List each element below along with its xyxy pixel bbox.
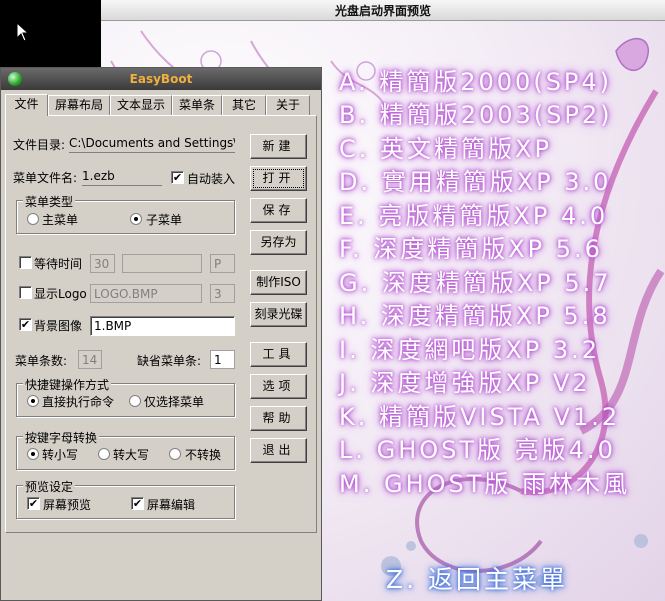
easyboot-dialog: EasyBoot 文件 屏幕布局 文本显示 菜单条 其它 关于 文件目录: C:… — [0, 67, 322, 601]
file-dir-underline — [69, 152, 235, 153]
to-uppercase-radio[interactable] — [98, 448, 110, 460]
boot-menu-item[interactable]: M. GHOST版 雨林木風 — [339, 464, 630, 499]
save-button[interactable]: 保存 — [250, 198, 307, 223]
exec-command-label: 直接执行命令 — [42, 395, 115, 409]
sub-menu-label: 子菜单 — [146, 213, 183, 227]
burn-disc-button[interactable]: 刻录光碟 — [250, 302, 307, 327]
to-lowercase-label: 转小写 — [42, 448, 79, 462]
screen-edit-checkbox[interactable]: ✔ — [131, 497, 144, 510]
preview-window-title: 光盘启动界面预览 — [334, 4, 431, 18]
no-convert-radio[interactable] — [169, 448, 181, 460]
boot-menu-item[interactable]: D. 實用精簡版XP 3.0 — [339, 162, 611, 197]
screen-preview-checkbox[interactable]: ✔ — [27, 497, 40, 510]
screen-edit-label: 屏幕编辑 — [147, 498, 196, 512]
select-only-label: 仅选择菜单 — [144, 395, 205, 409]
tools-button[interactable]: 工具 — [250, 342, 307, 367]
preview-settings-group-title: 预览设定 — [23, 478, 76, 495]
case-convert-group-title: 按键字母转换 — [23, 429, 100, 446]
tab-about[interactable]: 关于 — [266, 95, 310, 115]
tab-file[interactable]: 文件 — [5, 94, 48, 116]
menu-file-underline — [82, 185, 162, 186]
default-menu-label: 缺省菜单条: — [137, 354, 202, 368]
boot-menu-item[interactable]: E. 亮版精簡版XP 4.0 — [339, 196, 608, 231]
preview-titlebar: 光盘启动界面预览 — [101, 0, 665, 21]
show-logo-label: 显示Logo — [34, 287, 87, 301]
screen-preview-label: 屏幕预览 — [43, 498, 92, 512]
boot-menu-item[interactable]: C. 英文精簡版XP — [339, 129, 552, 164]
menu-count-label: 菜单条数: — [15, 354, 68, 368]
to-lowercase-radio[interactable] — [27, 448, 39, 460]
boot-menu-item[interactable]: A. 精簡版2000(SP4) — [339, 62, 612, 97]
menu-file-field[interactable]: 1.ezb — [82, 169, 162, 183]
exit-button[interactable]: 退出 — [250, 438, 307, 463]
new-button[interactable]: 新建 — [250, 134, 307, 159]
main-menu-radio[interactable] — [27, 213, 39, 225]
boot-menu-item[interactable]: G. 深度精簡版XP 5.7 — [339, 263, 612, 298]
menu-count-field: 14 — [78, 350, 102, 369]
exec-command-radio[interactable] — [27, 395, 39, 407]
logo-file-field[interactable]: LOGO.BMP — [90, 284, 202, 303]
default-menu-field[interactable]: 1 — [210, 350, 235, 369]
wait-key-field[interactable]: P — [210, 254, 235, 273]
hotkey-mode-group-title: 快捷键操作方式 — [23, 376, 112, 393]
wait-time-field[interactable]: 30 — [90, 254, 115, 273]
dialog-titlebar[interactable]: EasyBoot — [1, 68, 321, 90]
show-logo-checkbox[interactable] — [19, 286, 32, 299]
boot-menu-item[interactable]: L. GHOST版 亮版4.0 — [339, 430, 616, 465]
bg-image-checkbox[interactable]: ✔ — [19, 318, 32, 331]
to-uppercase-label: 转大写 — [113, 448, 150, 462]
boot-menu-item[interactable]: I. 深度網吧版XP 3.2 — [339, 330, 600, 365]
no-convert-label: 不转换 — [185, 448, 222, 462]
wait-message-field[interactable] — [122, 254, 202, 273]
boot-menu-item[interactable]: F. 深度精簡版XP 5.6 — [339, 229, 603, 264]
mouse-cursor-icon — [16, 22, 30, 42]
bg-image-label: 背景图像 — [34, 319, 83, 333]
main-menu-label: 主菜单 — [42, 213, 79, 227]
tab-text-display[interactable]: 文本显示 — [110, 95, 172, 115]
return-main-menu-item[interactable]: Z. 返回主菜單 — [386, 560, 568, 596]
wait-time-checkbox[interactable] — [19, 256, 32, 269]
sub-menu-radio[interactable] — [130, 213, 142, 225]
auto-load-checkbox[interactable]: ✔ — [171, 171, 184, 184]
logo-number-field[interactable]: 3 — [210, 284, 235, 303]
file-dir-value: C:\Documents and Settings\Admin — [69, 136, 235, 150]
tab-screen-layout[interactable]: 屏幕布局 — [48, 95, 110, 115]
menu-file-label: 菜单文件名: — [13, 171, 78, 185]
bg-image-field[interactable]: 1.BMP — [90, 316, 235, 336]
file-dir-label: 文件目录: — [13, 138, 66, 152]
save-as-button[interactable]: 另存为 — [250, 230, 307, 255]
auto-load-label: 自动装入 — [187, 172, 236, 186]
options-button[interactable]: 选项 — [250, 374, 307, 399]
boot-menu-item[interactable]: H. 深度精簡版XP 5.8 — [339, 296, 611, 331]
dialog-title: EasyBoot — [129, 72, 193, 86]
select-only-radio[interactable] — [129, 395, 141, 407]
menu-type-group-title: 菜单类型 — [23, 193, 76, 210]
open-button[interactable]: 打开 — [250, 166, 307, 191]
tab-other[interactable]: 其它 — [222, 95, 266, 115]
help-button[interactable]: 帮助 — [250, 406, 307, 431]
boot-menu-item[interactable]: J. 深度增強版XP V2 — [339, 363, 591, 398]
boot-menu-item[interactable]: B. 精簡版2003(SP2) — [339, 95, 613, 130]
wait-time-label: 等待时间 — [34, 257, 83, 271]
boot-menu-item[interactable]: K. 精簡版VISTA V1.2 — [339, 397, 620, 432]
make-iso-button[interactable]: 制作ISO — [250, 270, 307, 295]
tab-menu-bar[interactable]: 菜单条 — [172, 95, 222, 115]
